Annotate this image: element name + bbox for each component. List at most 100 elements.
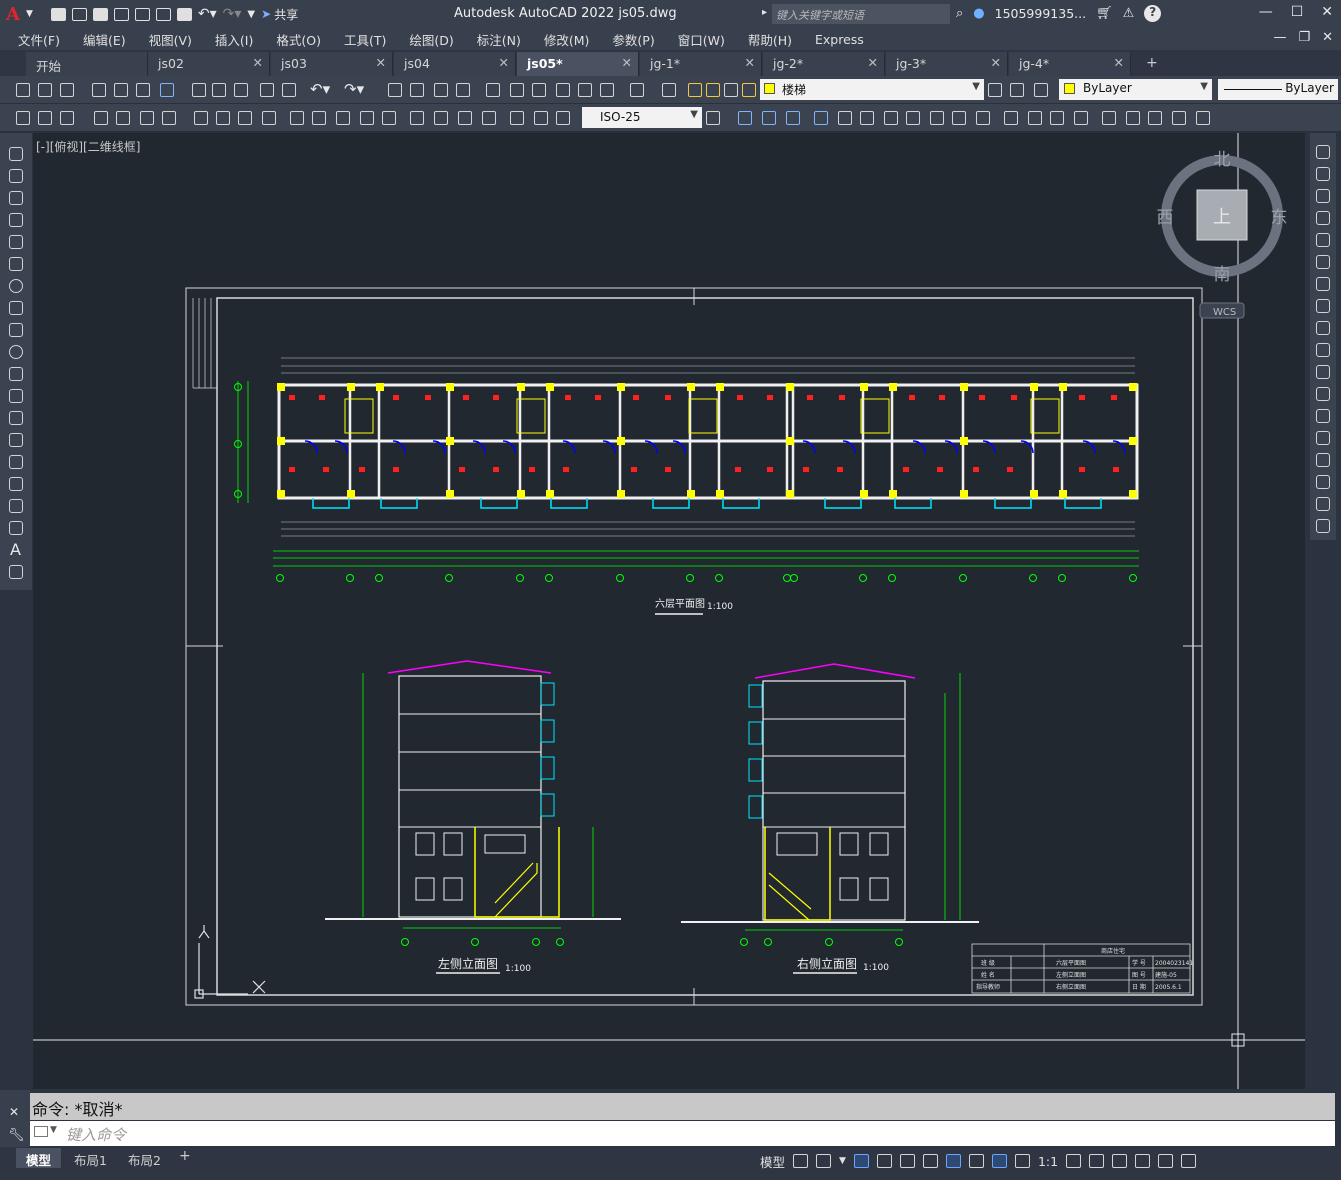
stretch-icon[interactable] [1316,321,1330,335]
isodraft-icon[interactable] [899,1154,915,1168]
dim-diameter-icon[interactable] [238,111,252,125]
user-account[interactable]: 1505999135... [995,6,1086,21]
redo-icon[interactable]: ↷▾ [344,80,364,98]
tab-close-icon[interactable]: ✕ [745,55,755,70]
dim-continue-icon[interactable] [336,111,350,125]
layer-lock-icon[interactable] [742,83,756,97]
tab-close-icon[interactable]: ✕ [991,55,1001,70]
layer-properties-icon[interactable] [662,83,676,97]
new-file-icon[interactable] [50,7,66,21]
viewcube-top-face[interactable]: 上 [1213,207,1231,228]
dimstyle-dropdown[interactable]: ISO-25 ▼ [582,107,702,128]
properties-icon[interactable] [486,83,500,97]
help-icon[interactable] [630,83,644,97]
menu-edit[interactable]: 编辑(E) [83,30,126,49]
break-at-point-icon[interactable] [1316,387,1330,401]
dim-linear-icon[interactable] [94,111,108,125]
send-back-icon[interactable] [1148,111,1162,125]
tab-js05[interactable]: js05* ✕ [517,52,639,76]
cart-icon[interactable]: 🛒︎ [1096,6,1113,21]
offset-icon[interactable] [786,111,800,125]
lineweight-icon[interactable] [968,1154,984,1168]
trim-icon[interactable] [930,111,944,125]
dim-angular-icon[interactable] [262,111,276,125]
make-block-icon[interactable] [9,411,23,425]
chevron-down-icon[interactable]: ▼ [839,1156,846,1166]
region-icon[interactable] [9,499,23,513]
tool-palettes-icon[interactable] [532,83,546,97]
hatch-icon[interactable] [9,455,23,469]
dim-arc-icon[interactable] [140,111,154,125]
match-properties-icon[interactable] [260,83,274,97]
sheet-set-icon[interactable] [556,83,570,97]
undo-icon[interactable]: ↶▾ [310,80,330,98]
erase-icon[interactable] [1316,145,1330,159]
command-prompt-icon[interactable] [34,1126,48,1137]
spline-icon[interactable] [9,323,23,337]
tab-close-icon[interactable]: ✕ [253,55,263,70]
tab-jg-1[interactable]: jg-1* ✕ [640,52,762,76]
text-above-icon[interactable] [1172,111,1186,125]
new-tab-icon[interactable]: + [1146,55,1158,71]
tab-model[interactable]: 模型 [16,1148,62,1168]
tab-js02[interactable]: js02 ✕ [148,52,270,76]
menu-modify[interactable]: 修改(M) [544,30,590,49]
tab-close-icon[interactable]: ✕ [376,55,386,70]
layer-walk-icon[interactable] [60,111,74,125]
dim-space-icon[interactable] [360,111,374,125]
quick-select-icon[interactable] [38,111,52,125]
copy-object-icon[interactable] [738,111,752,125]
viewcube-west[interactable]: 西 [1157,208,1174,228]
quickcalc-icon[interactable] [600,83,614,97]
fullscreen-icon[interactable] [1158,1154,1174,1168]
minimize-icon[interactable]: — [1259,4,1273,20]
plus-icon[interactable] [1089,1154,1105,1168]
tab-jg-3[interactable]: jg-3* ✕ [886,52,1008,76]
open-file-icon[interactable] [71,7,87,21]
extend-icon[interactable] [952,111,966,125]
dim-jogged-icon[interactable] [216,111,230,125]
menu-view[interactable]: 视图(V) [149,30,192,49]
plot-preview-icon[interactable] [114,83,128,97]
layer-previous-icon[interactable] [1010,83,1024,97]
add-selected-icon[interactable] [9,565,23,579]
zoom-realtime-icon[interactable] [410,83,424,97]
insert-block-icon[interactable] [9,389,23,403]
jogged-linear-icon[interactable] [482,111,496,125]
save-to-web-icon[interactable] [155,7,171,21]
tab-close-icon[interactable]: ✕ [868,55,878,70]
menu-tools[interactable]: 工具(T) [344,30,386,49]
menu-parametric[interactable]: 参数(P) [612,30,654,49]
break-icon[interactable] [976,111,990,125]
ellipse-icon[interactable] [9,345,23,359]
plot-icon[interactable] [92,83,106,97]
table-icon[interactable] [9,521,23,535]
menu-file[interactable]: 文件(F) [18,30,60,49]
explode-icon[interactable] [1316,519,1330,533]
fillet-icon[interactable] [1316,475,1330,489]
bring-front-icon[interactable] [1126,111,1140,125]
gradient-icon[interactable] [9,477,23,491]
mtext-icon[interactable]: A [10,540,21,559]
grid-icon[interactable] [793,1154,809,1168]
dwf-icon[interactable] [160,83,174,97]
break-icon[interactable] [1316,409,1330,423]
annotation-visibility-icon[interactable] [991,1154,1007,1168]
chevron-down-icon[interactable]: ▼ [50,1125,57,1135]
paste-icon[interactable] [234,83,248,97]
title-expand-icon[interactable]: ▸ [762,7,767,18]
chamfer-icon[interactable] [1028,111,1042,125]
tab-jg-4[interactable]: jg-4* ✕ [1009,52,1131,76]
copy-icon[interactable] [212,83,226,97]
model-space-button[interactable]: 模型 [760,1152,785,1171]
line-icon[interactable] [9,147,23,161]
draworder-icon[interactable] [1102,111,1116,125]
tab-js03[interactable]: js03 ✕ [271,52,393,76]
viewport-controls[interactable]: [-][俯视][二维线框] [36,138,140,155]
rotate-icon[interactable] [860,111,874,125]
undo-icon[interactable]: ↶▾ [198,6,217,22]
layer-viewport-icon[interactable] [724,83,738,97]
construction-line-icon[interactable] [9,169,23,183]
make-current-icon[interactable] [988,83,1002,97]
polar-tracking-icon[interactable] [876,1154,892,1168]
